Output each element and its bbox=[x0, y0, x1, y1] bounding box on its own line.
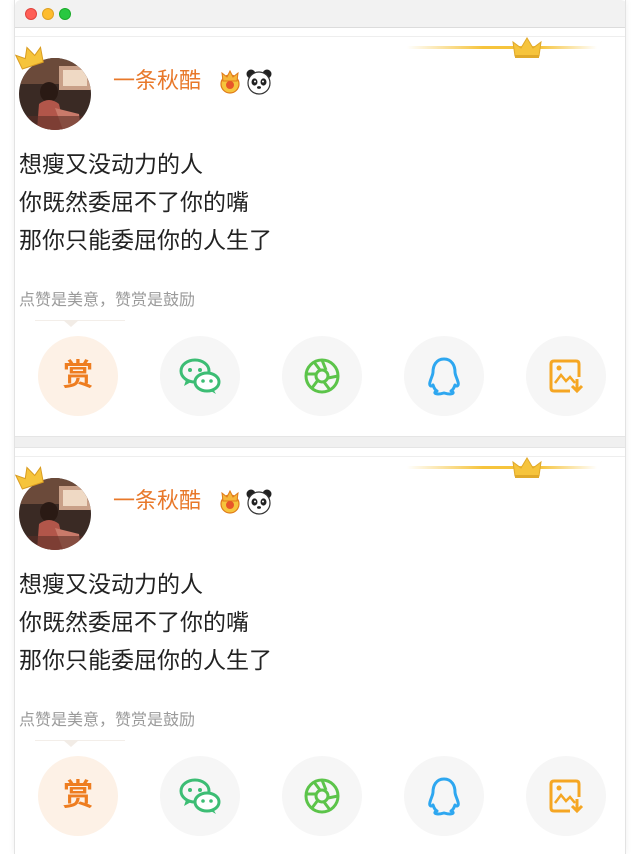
title-bar bbox=[15, 0, 625, 28]
save-image-button[interactable] bbox=[526, 756, 606, 836]
share-actions: 赏 bbox=[15, 336, 625, 420]
panda-badge-icon bbox=[246, 69, 272, 95]
moments-icon bbox=[304, 778, 340, 814]
post-body: 想瘦又没动力的人 你既然委屈不了你的嘴 那你只能委屈你的人生了 bbox=[19, 566, 599, 680]
close-window-button[interactable] bbox=[25, 8, 37, 20]
wechat-icon bbox=[179, 358, 221, 394]
post-line: 想瘦又没动力的人 bbox=[19, 152, 203, 178]
post-line: 那你只能委屈你的人生了 bbox=[19, 228, 272, 254]
share-actions: 赏 bbox=[15, 756, 625, 840]
hint-pointer bbox=[63, 740, 79, 747]
save-image-icon bbox=[549, 779, 584, 814]
post-body: 想瘦又没动力的人 你既然委屈不了你的嘴 那你只能委屈你的人生了 bbox=[19, 146, 599, 260]
reward-hint: 点赞是美意，赞赏是鼓励 bbox=[19, 710, 196, 729]
divider bbox=[35, 740, 125, 741]
decorative-line bbox=[407, 46, 597, 49]
reward-button[interactable]: 赏 bbox=[38, 756, 118, 836]
minimize-window-button[interactable] bbox=[42, 8, 54, 20]
post-line: 你既然委屈不了你的嘴 bbox=[19, 190, 249, 216]
decorative-line bbox=[407, 466, 597, 469]
username[interactable]: 一条秋酷 bbox=[113, 486, 201, 518]
vip-crown-badge-icon bbox=[220, 69, 240, 94]
post-line: 那你只能委屈你的人生了 bbox=[19, 648, 272, 674]
crown-icon bbox=[512, 37, 542, 58]
share-qq-button[interactable] bbox=[404, 756, 484, 836]
reward-label: 赏 bbox=[63, 778, 93, 813]
panda-badge-icon bbox=[246, 489, 272, 515]
save-image-icon bbox=[549, 359, 584, 394]
maximize-window-button[interactable] bbox=[59, 8, 71, 20]
divider bbox=[35, 320, 125, 321]
reward-button[interactable]: 赏 bbox=[38, 336, 118, 416]
reward-hint: 点赞是美意，赞赏是鼓励 bbox=[19, 290, 196, 309]
vip-crown-badge-icon bbox=[220, 489, 240, 514]
crown-icon bbox=[512, 457, 542, 478]
section-divider bbox=[15, 436, 625, 448]
post-line: 想瘦又没动力的人 bbox=[19, 572, 203, 598]
share-moments-button[interactable] bbox=[282, 336, 362, 416]
hint-pointer bbox=[63, 320, 79, 327]
moments-icon bbox=[304, 358, 340, 394]
share-wechat-button[interactable] bbox=[160, 336, 240, 416]
post-line: 你既然委屈不了你的嘴 bbox=[19, 610, 249, 636]
post-card: 一条秋酷 想瘦又没动力的人 你既然委屈不了你的嘴 那你只能委屈你的人生了 点赞是… bbox=[15, 456, 625, 854]
wechat-icon bbox=[179, 778, 221, 814]
qq-icon bbox=[428, 357, 460, 396]
share-moments-button[interactable] bbox=[282, 756, 362, 836]
reward-label: 赏 bbox=[63, 358, 93, 393]
share-qq-button[interactable] bbox=[404, 336, 484, 416]
share-wechat-button[interactable] bbox=[160, 756, 240, 836]
save-image-button[interactable] bbox=[526, 336, 606, 416]
qq-icon bbox=[428, 777, 460, 816]
post-card: 一条秋酷 想瘦又没动力的人 你既然委屈不了你的嘴 那你只能委屈你的人生了 点赞是… bbox=[15, 36, 625, 438]
app-window: 一条秋酷 想瘦又没动力的人 你既然委屈不了你的嘴 那你只能委屈你的人生了 点赞是… bbox=[14, 0, 626, 854]
username[interactable]: 一条秋酷 bbox=[113, 66, 201, 98]
